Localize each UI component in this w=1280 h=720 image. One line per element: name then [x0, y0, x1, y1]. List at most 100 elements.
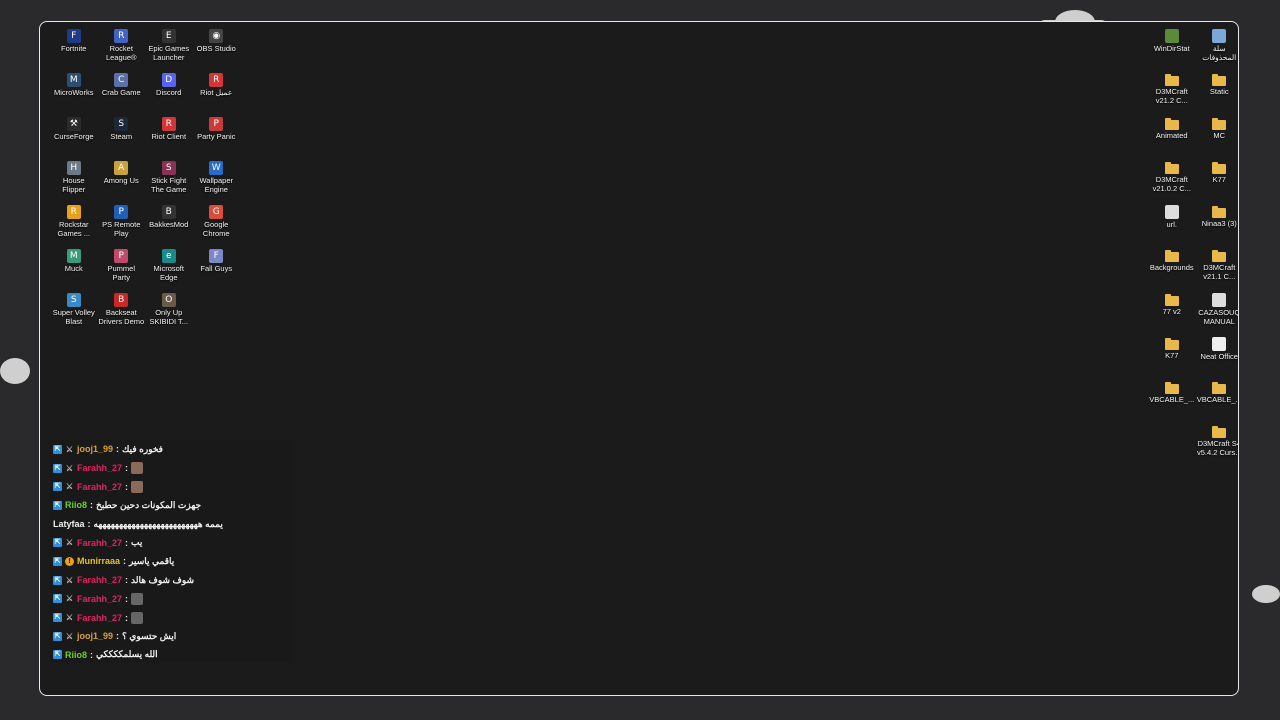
- desktop-icon[interactable]: سلة المحذوفات: [1196, 26, 1239, 70]
- sword-badge-icon: ⚔: [65, 575, 74, 585]
- desktop-icon[interactable]: M MicroWorks: [50, 70, 98, 114]
- desktop-icons-right: WinDirStat سلة المحذوفات D3MCraft v21.2 C.…: [1148, 26, 1239, 466]
- desktop-icon[interactable]: D Discord: [145, 70, 193, 114]
- desktop-icon-label: Among Us: [103, 176, 139, 185]
- chat-username[interactable]: Farahh_27: [77, 463, 122, 473]
- chat-message: ⇱ ⚔ Farahh_27:: [50, 590, 292, 609]
- desktop-icon[interactable]: Static: [1196, 70, 1239, 114]
- desktop-icon[interactable]: P Pummel Party: [98, 246, 146, 290]
- desktop-icon[interactable]: M Muck: [50, 246, 98, 290]
- desktop-icon[interactable]: D3MCraft S4 v5.4.2 Curs...: [1196, 422, 1238, 466]
- chat-message: Latyfaa: يممه هههههههههههههههههههههههههه: [50, 515, 292, 534]
- desktop-icon-label: سلة المحذوفات: [1202, 44, 1237, 62]
- desktop-icon-label: Epic Games Launcher: [148, 44, 190, 62]
- desktop-icon[interactable]: P Party Panic: [193, 114, 241, 158]
- desktop-icon-label: Pummel Party: [107, 264, 135, 282]
- chat-username[interactable]: Riio8: [65, 650, 87, 660]
- chat-username[interactable]: jooj1_99: [77, 444, 113, 454]
- desktop-icon[interactable]: D3MCraft v21.2 C...: [1148, 70, 1196, 114]
- desktop-icon-label: Muck: [64, 264, 83, 273]
- desktop-icon[interactable]: S Steam: [98, 114, 146, 158]
- desktop-icon[interactable]: ⚒ CurseForge: [50, 114, 98, 158]
- desktop-icon[interactable]: 77 v2: [1148, 290, 1196, 334]
- desktop-icon[interactable]: WinDirStat: [1148, 26, 1196, 70]
- folder-icon: [1164, 382, 1179, 394]
- desktop-icon[interactable]: R عميل Riot: [193, 70, 241, 114]
- chat-username[interactable]: Farahh_27: [77, 482, 122, 492]
- desktop-icon[interactable]: F Fall Guys: [193, 246, 241, 290]
- desktop-icon[interactable]: R Riot Client: [145, 114, 193, 158]
- desktop-icon[interactable]: R Rocket League®: [98, 26, 146, 70]
- chat-separator: :: [87, 519, 91, 530]
- desktop-icon[interactable]: Animated: [1148, 114, 1196, 158]
- chat-message: ⇱ ⚔ jooj1_99: ايش حتسوي ؟: [50, 627, 292, 646]
- desktop-icon[interactable]: Neat Office: [1196, 334, 1239, 378]
- desktop-icon-label: Super Volley Blast: [52, 308, 95, 326]
- folder-icon: [1212, 162, 1227, 174]
- app-icon: [1212, 29, 1227, 43]
- moderator-badge-icon: ⇱: [53, 538, 62, 548]
- desktop-icon[interactable]: P PS Remote Play: [98, 202, 146, 246]
- app-icon: F: [209, 249, 224, 263]
- desktop-icon[interactable]: Backgrounds: [1148, 246, 1196, 290]
- desktop-icon[interactable]: VBCABLE_...: [1148, 378, 1196, 422]
- desktop-icon-label: VBCABLE_...: [1149, 395, 1195, 404]
- desktop-icon[interactable]: B BakkesMod: [145, 202, 193, 246]
- desktop-icon-label: MicroWorks: [54, 88, 94, 97]
- desktop-icon-label: عميل Riot: [200, 88, 233, 97]
- app-icon: P: [114, 205, 129, 219]
- chat-username[interactable]: Latyfaa: [53, 519, 85, 529]
- chat-username[interactable]: jooj1_99: [77, 631, 113, 641]
- desktop-icon[interactable]: url.: [1148, 202, 1196, 246]
- desktop-icon[interactable]: G Google Chrome: [193, 202, 241, 246]
- desktop-icon[interactable]: K77: [1148, 334, 1196, 378]
- desktop-icon[interactable]: B Backseat Drivers Demo: [98, 290, 146, 334]
- chat-username[interactable]: Farahh_27: [77, 613, 122, 623]
- desktop-icon-label: Stick Fight The Game: [151, 176, 187, 194]
- desktop-icon[interactable]: D3MCraft v21.0.2 C...: [1148, 158, 1196, 202]
- desktop-icon[interactable]: K77: [1196, 158, 1239, 202]
- desktop-icon[interactable]: O Only Up SKIBIDI T...: [145, 290, 193, 334]
- cloud-decoration: [1252, 585, 1280, 603]
- desktop-icon[interactable]: C Crab Game: [98, 70, 146, 114]
- chat-username[interactable]: Munirraaa: [77, 556, 120, 566]
- desktop-icon[interactable]: e Microsoft Edge: [145, 246, 193, 290]
- app-icon: S: [114, 117, 129, 131]
- desktop-icon[interactable]: CAZASOUQ MANUAL: [1196, 290, 1238, 334]
- chat-username[interactable]: Farahh_27: [77, 575, 122, 585]
- chat-username[interactable]: Farahh_27: [77, 538, 122, 548]
- sword-badge-icon: ⚔: [65, 613, 74, 623]
- desktop-icon[interactable]: VBCABLE_...: [1196, 378, 1238, 422]
- desktop-icon[interactable]: Ninaa3 (3): [1196, 202, 1239, 246]
- app-icon: F: [66, 29, 81, 43]
- desktop-icon[interactable]: H House Flipper: [50, 158, 98, 202]
- folder-icon: [1164, 250, 1179, 262]
- sword-badge-icon: ⚔: [65, 538, 74, 548]
- chat-username[interactable]: Farahh_27: [77, 594, 122, 604]
- desktop-icon-label: 77 v2: [1162, 307, 1181, 316]
- desktop-icon[interactable]: S Super Volley Blast: [50, 290, 98, 334]
- desktop-icon[interactable]: F Fortnite: [50, 26, 98, 70]
- chat-text: فخوره فيك: [122, 443, 163, 454]
- coin-badge-icon: !: [65, 556, 74, 566]
- desktop-icon[interactable]: MC: [1196, 114, 1239, 158]
- desktop-icon[interactable]: A Among Us: [98, 158, 146, 202]
- desktop-icon-label: K77: [1165, 351, 1179, 360]
- chat-emote-icon: [131, 611, 144, 624]
- chat-emote-icon: [131, 592, 144, 605]
- moderator-badge-icon: ⇱: [53, 444, 62, 454]
- chat-separator: :: [125, 463, 129, 474]
- desktop-icon[interactable]: R Rockstar Games ...: [50, 202, 98, 246]
- desktop-icon[interactable]: ◉ OBS Studio: [193, 26, 241, 70]
- app-icon: P: [114, 249, 129, 263]
- desktop-icon[interactable]: D3MCraft v21.1 C...: [1196, 246, 1239, 290]
- desktop-icon-label: WinDirStat: [1153, 44, 1190, 53]
- app-icon: H: [66, 161, 81, 175]
- chat-message: ⇱ ⚔ Farahh_27:: [50, 459, 292, 478]
- desktop-icon[interactable]: E Epic Games Launcher: [145, 26, 193, 70]
- app-icon: ⚒: [66, 117, 81, 131]
- app-icon: [1164, 29, 1179, 43]
- desktop-icon[interactable]: S Stick Fight The Game: [145, 158, 193, 202]
- desktop-icon[interactable]: W Wallpaper Engine: [193, 158, 241, 202]
- chat-username[interactable]: Riio8: [65, 500, 87, 510]
